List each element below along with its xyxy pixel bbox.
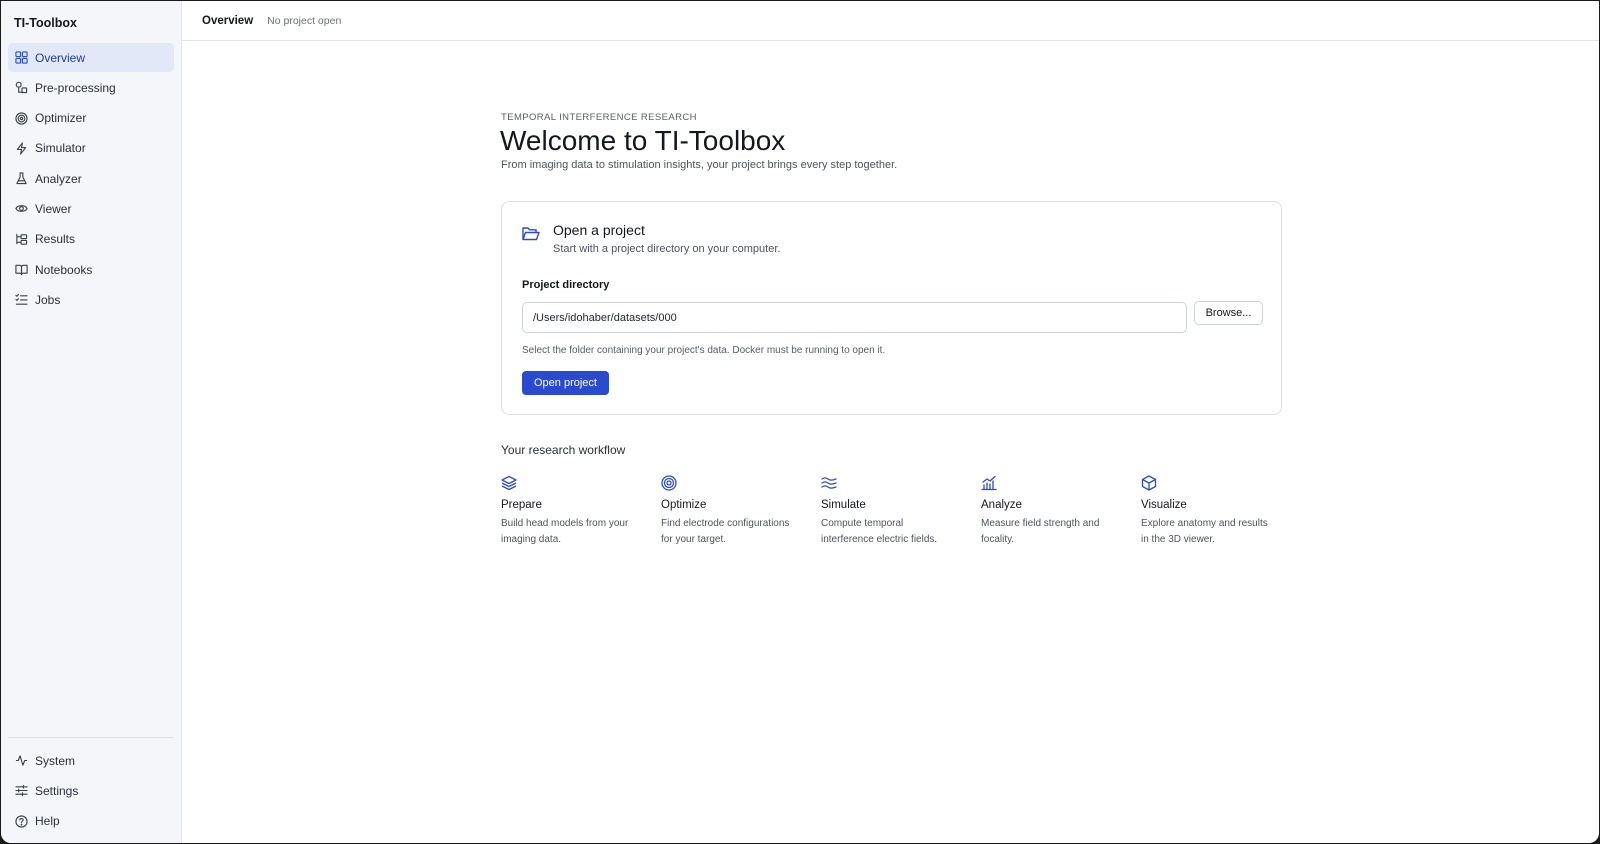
directory-help-text: Select the folder containing your projec… [522,345,886,356]
sidebar-item-viewer[interactable]: Viewer [8,194,174,223]
sidebar-item-pre-processing[interactable]: Pre-processing [8,73,174,102]
cube-icon [1141,475,1157,491]
sidebar-item-simulator[interactable]: Simulator [8,134,174,163]
step-description: Explore anatomy and results in the 3D vi… [1141,518,1268,545]
sidebar-item-label: Optimizer [35,111,87,126]
flask-icon [15,172,28,185]
step-title: Analyze [981,499,1022,511]
sidebar-item-label: Overview [35,50,86,65]
sidebar-nav: Overview Pre-processing Optimizer Simula… [8,43,174,316]
sidebar-item-settings[interactable]: Settings [8,776,174,805]
folder-open-icon [522,226,540,242]
page-title: Welcome to TI-Toolbox [500,125,786,156]
shapes-icon [15,81,28,94]
browse-button[interactable]: Browse... [1194,301,1263,325]
eye-icon [15,202,28,215]
step-description: Compute temporal interference electric f… [821,518,938,545]
sidebar-item-results[interactable]: Results [8,225,174,254]
target-icon [661,475,677,491]
sidebar-item-label: Results [35,232,76,247]
sidebar-item-help[interactable]: Help [8,807,174,836]
workflow-step-visualize: Visualize Explore anatomy and results in… [1141,475,1301,548]
sliders-icon [15,784,28,797]
step-title: Visualize [1141,499,1187,511]
workflow-step-optimize: Optimize Find electrode configurations f… [661,475,821,548]
sidebar-item-label: Analyzer [35,171,82,186]
step-description: Measure field strength and focality. [981,518,1100,545]
help-icon [15,815,28,828]
workflow-step-prepare: Prepare Build head models from your imag… [501,475,661,548]
step-title: Prepare [501,499,542,511]
checklist-icon [15,293,28,306]
sidebar-item-label: Viewer [35,201,72,216]
sidebar-item-label: Simulator [35,141,86,156]
open-project-card: Open a project Start with a project dire… [501,201,1282,415]
pulse-icon [15,754,28,767]
sidebar-item-label: Help [35,814,60,829]
chart-icon [981,475,997,491]
sidebar-item-system[interactable]: System [8,746,174,775]
sidebar-item-optimizer[interactable]: Optimizer [8,104,174,133]
app-window: TI-Toolbox Overview Pre-processing Optim… [1,1,1599,843]
card-subtitle: Start with a project directory on your c… [553,243,781,255]
project-status: No project open [267,14,342,27]
sidebar-item-analyzer[interactable]: Analyzer [8,164,174,193]
sidebar-divider [8,737,174,739]
step-title: Simulate [821,499,866,511]
sidebar-item-label: Notebooks [35,262,93,277]
waves-icon [821,475,837,491]
workflow-step-analyze: Analyze Measure field strength and focal… [981,475,1141,548]
sidebar-item-label: System [35,753,76,768]
bolt-icon [15,142,28,155]
open-project-button[interactable]: Open project [522,371,609,395]
hero-eyebrow: TEMPORAL INTERFERENCE RESEARCH [501,112,697,123]
sidebar-item-overview[interactable]: Overview [8,43,174,72]
app-title: TI-Toolbox [14,16,77,30]
overview-content: TEMPORAL INTERFERENCE RESEARCH Welcome t… [182,41,1599,843]
layers-icon [501,475,517,491]
sidebar-item-notebooks[interactable]: Notebooks [8,255,174,284]
breadcrumb: Overview [202,14,254,27]
grid-icon [15,51,28,64]
workflow-steps: Prepare Build head models from your imag… [501,475,1301,548]
sidebar-item-label: Jobs [35,292,61,307]
page-subtitle: From imaging data to stimulation insight… [501,159,898,171]
card-title: Open a project [553,222,645,238]
target-icon [15,111,28,125]
workflow-title: Your research workflow [501,443,626,457]
topbar: Overview No project open [182,1,1599,41]
book-icon [15,263,28,276]
main-area: Overview No project open TEMPORAL INTERF… [182,1,1599,843]
sidebar-item-jobs[interactable]: Jobs [8,285,174,314]
sidebar-item-label: Pre-processing [35,80,116,95]
step-title: Optimize [661,499,707,511]
step-description: Build head models from your imaging data… [501,518,629,545]
sidebar-bottom-nav: System Settings Help [8,746,174,843]
project-directory-input[interactable] [522,302,1187,333]
sidebar: TI-Toolbox Overview Pre-processing Optim… [1,1,182,843]
step-description: Find electrode configurations for your t… [661,518,790,545]
sidebar-item-label: Settings [35,783,79,798]
tree-icon [15,233,28,246]
project-directory-label: Project directory [522,279,610,291]
workflow-step-simulate: Simulate Compute temporal interference e… [821,475,981,548]
